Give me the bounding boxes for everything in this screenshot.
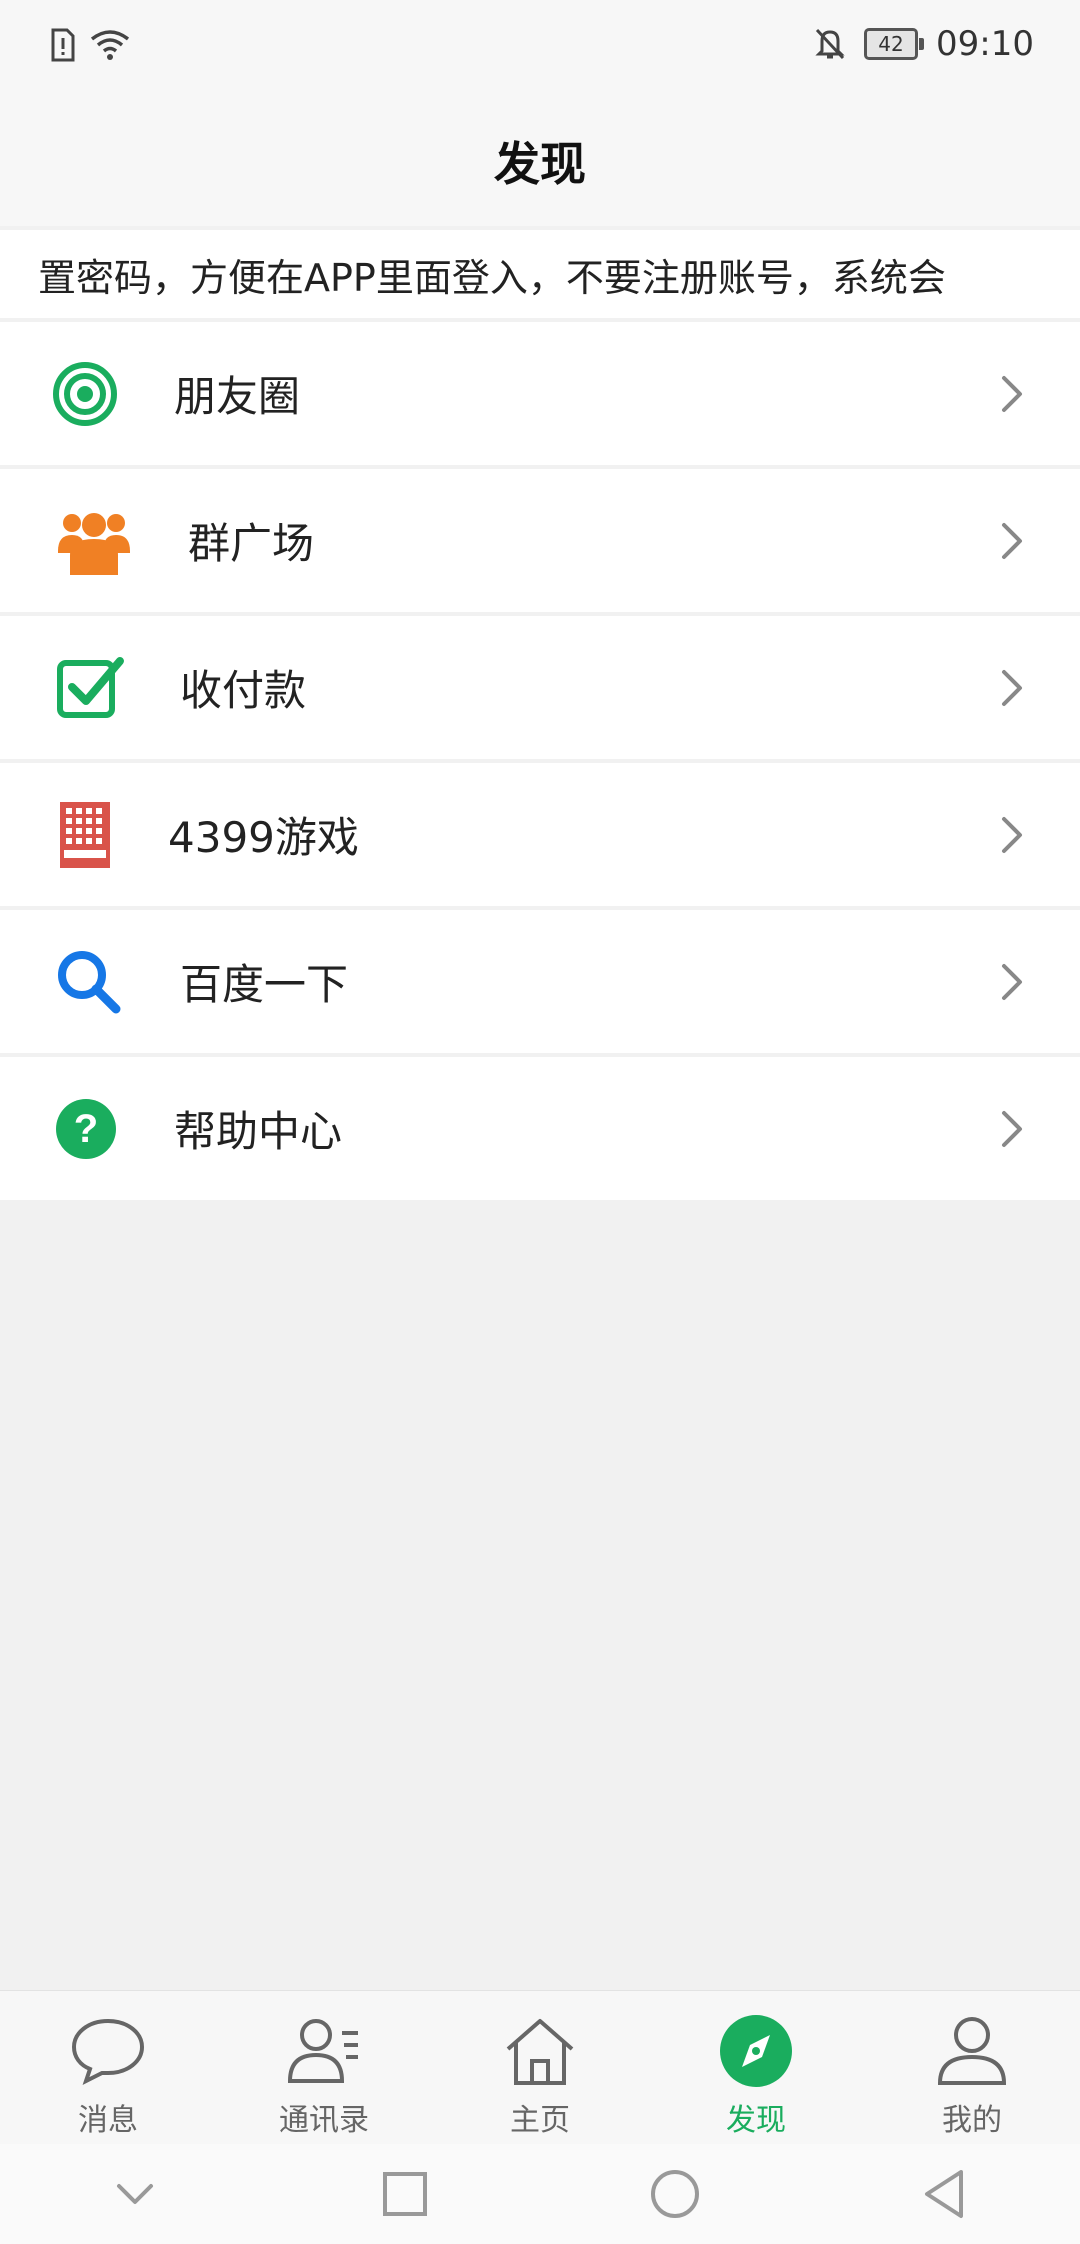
title-bar: 发现	[0, 96, 1080, 226]
menu-item-help-center[interactable]: ? 帮助中心	[0, 1057, 1080, 1200]
status-right: 42 09:10	[814, 24, 1034, 64]
building-icon	[60, 801, 110, 868]
tab-profile[interactable]: 我的	[864, 1991, 1080, 2145]
chevron-down-icon[interactable]	[107, 2166, 163, 2222]
chevron-right-icon	[1002, 375, 1022, 412]
tab-label: 消息	[78, 2103, 138, 2138]
payment-check-icon	[57, 656, 124, 718]
search-icon	[58, 950, 121, 1013]
wifi-icon	[90, 30, 130, 60]
chevron-right-icon	[1002, 963, 1022, 1000]
bottom-tab-bar: 消息 通讯录 主页 发现 我的	[0, 1990, 1080, 2145]
scrolling-notice: 置密码，方便在APP里面登入，不要注册账号，系统会	[0, 230, 1080, 318]
discover-menu: 朋友圈 群广场 收付款 4399游戏 百度一下 ? 帮助中心	[0, 322, 1080, 1204]
tab-label: 发现	[726, 2103, 786, 2138]
compass-icon	[720, 2015, 792, 2087]
menu-label: 帮助中心	[174, 1107, 343, 1156]
menu-item-moments[interactable]: 朋友圈	[0, 322, 1080, 465]
home-icon	[506, 2019, 574, 2085]
tab-label: 主页	[510, 2103, 570, 2138]
tab-messages[interactable]: 消息	[0, 1991, 216, 2145]
menu-item-group-square[interactable]: 群广场	[0, 469, 1080, 612]
back-triangle-icon[interactable]	[917, 2166, 973, 2222]
mute-bell-icon	[815, 28, 845, 60]
menu-item-payment[interactable]: 收付款	[0, 616, 1080, 759]
tab-home[interactable]: 主页	[432, 1991, 648, 2145]
home-circle-icon[interactable]	[647, 2166, 703, 2222]
chevron-right-icon	[1002, 522, 1022, 559]
recents-square-icon[interactable]	[377, 2166, 433, 2222]
moments-icon	[53, 361, 117, 426]
help-icon: ?	[56, 1098, 116, 1159]
chevron-right-icon	[1002, 669, 1022, 706]
sim-alert-icon	[51, 28, 75, 62]
system-nav-bar	[0, 2144, 1080, 2244]
tab-label: 通讯录	[279, 2103, 369, 2138]
notice-text: 置密码，方便在APP里面登入，不要注册账号，系统会	[38, 255, 946, 300]
menu-label: 4399游戏	[168, 813, 359, 862]
status-left	[50, 28, 130, 62]
status-bar: 42 09:10	[0, 0, 1080, 96]
contacts-icon	[287, 2019, 358, 2083]
profile-icon	[937, 2017, 1007, 2085]
svg-text:?: ?	[74, 1107, 98, 1151]
menu-label: 收付款	[180, 666, 307, 715]
tab-discover[interactable]: 发现	[648, 1991, 864, 2145]
menu-item-baidu-search[interactable]: 百度一下	[0, 910, 1080, 1053]
chevron-right-icon	[1002, 816, 1022, 853]
menu-item-4399-games[interactable]: 4399游戏	[0, 763, 1080, 906]
battery-indicator: 42	[864, 28, 925, 60]
tab-contacts[interactable]: 通讯录	[216, 1991, 432, 2145]
chevron-right-icon	[1002, 1110, 1022, 1147]
battery-level: 42	[878, 32, 904, 56]
menu-label: 群广场	[188, 519, 315, 568]
menu-label: 朋友圈	[174, 372, 301, 421]
page-title: 发现	[494, 137, 586, 191]
menu-label: 百度一下	[180, 960, 349, 1009]
tab-label: 我的	[942, 2103, 1002, 2138]
group-square-icon	[58, 512, 130, 575]
chat-bubble-icon	[71, 2018, 145, 2085]
clock: 09:10	[936, 24, 1034, 64]
